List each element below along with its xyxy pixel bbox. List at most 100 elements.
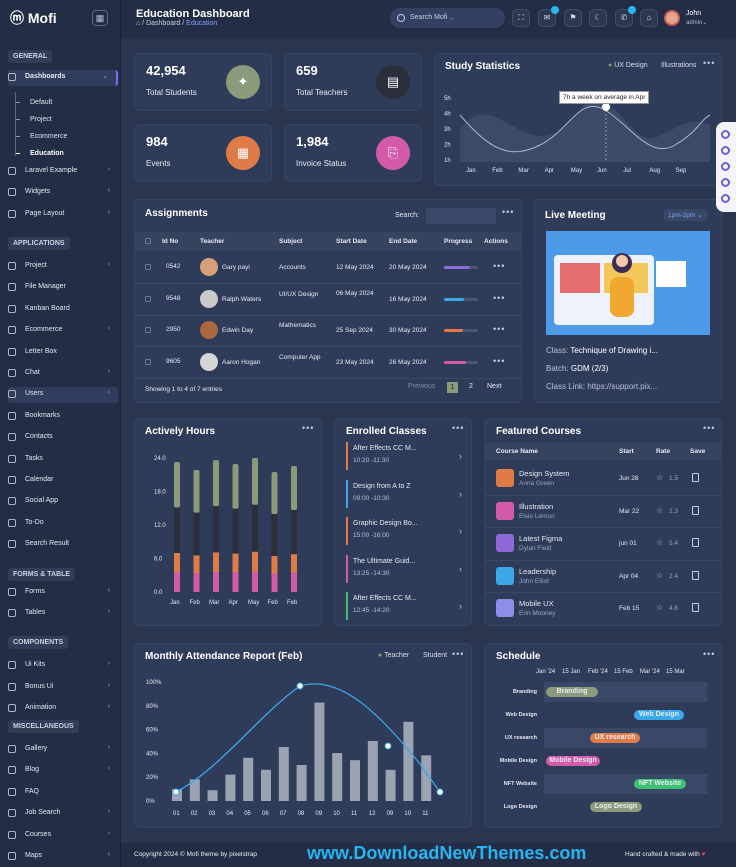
- sidebar-sub-default[interactable]: Default: [30, 99, 52, 106]
- sidebar-item-letter-box[interactable]: Letter Box: [8, 345, 118, 361]
- chevron-right-icon[interactable]: ›: [459, 601, 462, 611]
- sidebar-item-page-layout[interactable]: Page Layout ›: [8, 207, 118, 223]
- more-icon[interactable]: •••: [502, 207, 514, 217]
- legend-illustrations[interactable]: Illustrations: [661, 62, 696, 69]
- schedule-pill[interactable]: NFT Website: [634, 779, 686, 789]
- more-icon[interactable]: •••: [703, 423, 715, 433]
- link-row[interactable]: Class Link: https://support.pix...: [546, 382, 657, 391]
- schedule-pill[interactable]: Logo Design: [590, 802, 642, 812]
- schedule-pill[interactable]: Web Design: [634, 710, 684, 720]
- sidebar-item-tables[interactable]: Tables ›: [8, 606, 118, 622]
- settings-icon[interactable]: [721, 162, 730, 171]
- sidebar-item-laravel[interactable]: Laravel Example ›: [8, 164, 118, 180]
- crumb-dashboard[interactable]: Dashboard: [146, 20, 180, 27]
- chevron-right-icon[interactable]: ›: [459, 451, 462, 461]
- sidebar-item-dashboards[interactable]: Dashboards ⌄: [8, 70, 118, 86]
- sidebar-sub-project[interactable]: Project: [30, 116, 52, 123]
- row-checkbox[interactable]: [145, 295, 151, 302]
- schedule-pill[interactable]: Mobile Design: [546, 756, 600, 766]
- enrolled-item[interactable]: Design from A to Z 09:00 -10:30 ›: [346, 479, 462, 508]
- more-icon[interactable]: •••: [452, 423, 464, 433]
- legend-student[interactable]: Student: [423, 652, 447, 659]
- schedule-pill[interactable]: Branding: [546, 687, 598, 697]
- row-checkbox[interactable]: [145, 264, 151, 270]
- sidebar-sub-education[interactable]: Education: [30, 150, 64, 157]
- sidebar-item-calendar[interactable]: Calendar: [8, 473, 118, 489]
- sidebar-item-blog[interactable]: Blog ›: [8, 763, 118, 779]
- sidebar-sub-ecommerce[interactable]: Ecommerce: [30, 133, 67, 140]
- sidebar-item-search-result[interactable]: Search Result: [8, 537, 118, 553]
- legend-ux[interactable]: ● UX Design: [608, 62, 648, 69]
- database-icon[interactable]: [721, 178, 730, 187]
- next-button[interactable]: Next: [487, 383, 501, 390]
- sidebar-item-courses[interactable]: Courses ›: [8, 828, 118, 844]
- course-name[interactable]: Latest Figma: [519, 534, 562, 543]
- cart-icon[interactable]: ⌂: [640, 9, 658, 27]
- time-dropdown[interactable]: 1pm-2pm ⌄: [664, 209, 707, 221]
- course-name[interactable]: Leadership: [519, 567, 556, 576]
- fullscreen-icon[interactable]: ⛶: [512, 9, 530, 27]
- enrolled-item[interactable]: Graphic Design Bo... 15:00 -16:00 ›: [346, 517, 462, 545]
- grid-icon[interactable]: ▦: [92, 10, 108, 26]
- chevron-right-icon[interactable]: ›: [459, 489, 462, 499]
- page-2-button[interactable]: 2: [469, 383, 473, 390]
- sidebar-item-file-manager[interactable]: File Manager: [8, 280, 118, 296]
- bookmark-icon[interactable]: [692, 473, 699, 482]
- sidebar-item-bookmarks[interactable]: Bookmarks: [8, 409, 118, 425]
- bookmark-icon[interactable]: [692, 603, 699, 613]
- schedule-pill[interactable]: UX research: [590, 733, 640, 743]
- cart-icon[interactable]: [721, 194, 730, 203]
- enrolled-item[interactable]: After Effects CC M... 10:20 -11:30 ›: [346, 442, 462, 470]
- sidebar-item-maps[interactable]: Maps ›: [8, 849, 118, 865]
- course-name[interactable]: Design System: [519, 469, 569, 478]
- bookmark-icon[interactable]: ⚑: [564, 9, 582, 27]
- legend-teacher[interactable]: ● Teacher: [378, 652, 409, 659]
- row-actions-icon[interactable]: •••: [493, 356, 505, 366]
- sidebar-item-forms[interactable]: Forms ›: [8, 585, 118, 601]
- sidebar-item-faq[interactable]: FAQ: [8, 785, 118, 801]
- sidebar-item-project[interactable]: Project ›: [8, 259, 118, 275]
- notification-icon[interactable]: ✉: [538, 6, 559, 27]
- sidebar-item-kanban-board[interactable]: Kanban Board: [8, 302, 118, 318]
- row-actions-icon[interactable]: •••: [493, 261, 505, 271]
- avatar[interactable]: [664, 10, 680, 26]
- enrolled-item[interactable]: After Effects CC M... 12:45 -14:20 ›: [346, 592, 462, 620]
- prev-button[interactable]: Previous: [408, 383, 435, 390]
- chevron-right-icon[interactable]: ›: [459, 526, 462, 536]
- sidebar-item-contacts[interactable]: Contacts: [8, 430, 118, 446]
- sidebar-item-social-app[interactable]: Social App: [8, 494, 118, 510]
- dark-mode-icon[interactable]: ☾: [589, 9, 607, 27]
- sidebar-item-chat[interactable]: Chat ›: [8, 366, 118, 382]
- enrolled-item[interactable]: The Ultimate Guid... 13:25 -14:30 ›: [346, 554, 462, 583]
- chevron-right-icon[interactable]: ›: [459, 564, 462, 574]
- more-icon[interactable]: •••: [703, 649, 715, 659]
- sidebar-item-to-do[interactable]: To-Do: [8, 516, 118, 532]
- user-role[interactable]: admin⌄: [686, 19, 707, 26]
- sidebar-item-widgets[interactable]: Widgets ›: [8, 185, 118, 201]
- sidebar-item-users[interactable]: Users ›: [8, 387, 118, 404]
- page-1-button[interactable]: 1: [447, 382, 458, 393]
- course-name[interactable]: Mobile UX: [519, 599, 554, 608]
- sidebar-item-tasks[interactable]: Tasks: [8, 452, 118, 468]
- message-icon[interactable]: ✆: [615, 6, 636, 27]
- search-input[interactable]: Search Mofi ..: [390, 8, 505, 28]
- sidebar-item-ecommerce[interactable]: Ecommerce ›: [8, 323, 118, 339]
- home-icon[interactable]: ⌂: [136, 20, 140, 27]
- user-name[interactable]: John: [686, 10, 701, 17]
- sidebar-item-gallery[interactable]: Gallery ›: [8, 742, 118, 758]
- row-checkbox[interactable]: [145, 358, 151, 365]
- more-icon[interactable]: •••: [452, 649, 464, 659]
- more-icon[interactable]: •••: [703, 58, 715, 68]
- row-checkbox[interactable]: [145, 327, 151, 333]
- more-icon[interactable]: •••: [302, 423, 314, 433]
- row-actions-icon[interactable]: •••: [493, 324, 505, 334]
- support-icon[interactable]: [721, 146, 730, 155]
- row-actions-icon[interactable]: •••: [493, 293, 505, 303]
- assignments-search-input[interactable]: [426, 208, 496, 224]
- bookmark-icon[interactable]: [692, 570, 699, 580]
- sidebar-item-ui-kits[interactable]: Ui Kits ›: [8, 658, 118, 674]
- sidebar-item-animation[interactable]: Animation ›: [8, 701, 118, 717]
- select-all-checkbox[interactable]: [145, 238, 151, 244]
- palette-icon[interactable]: [721, 130, 730, 139]
- logo[interactable]: ⓜ Mofi: [10, 8, 57, 28]
